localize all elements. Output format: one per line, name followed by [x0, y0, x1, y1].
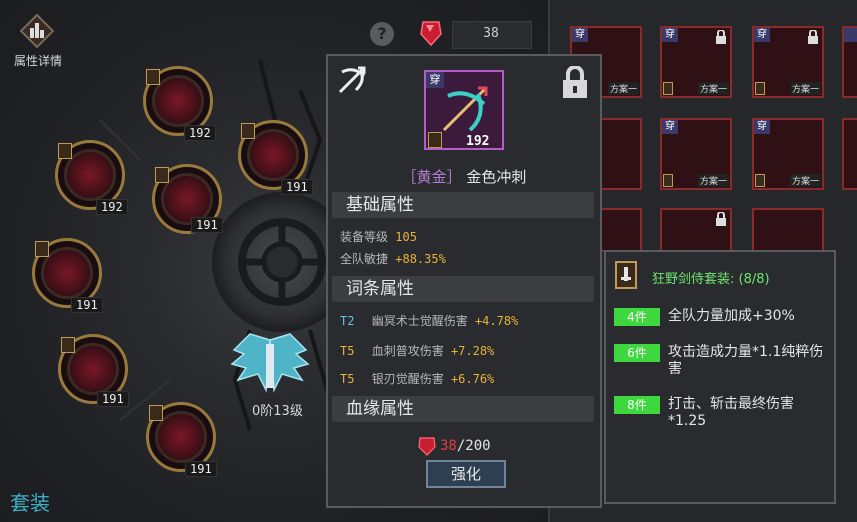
slot-level: 192	[96, 199, 128, 215]
inventory-cell[interactable]	[660, 208, 732, 252]
item-name: 金色冲刺	[466, 168, 527, 186]
rank-badge	[663, 174, 673, 187]
lock-icon	[716, 30, 726, 44]
lock-icon	[808, 30, 818, 44]
help-icon[interactable]: ?	[370, 22, 394, 46]
bonus-text: 打击、斩击最终伤害*1.25	[668, 396, 794, 429]
item-grade: ［黄金］	[401, 168, 462, 186]
inventory-cell[interactable]: 穿 方案一	[752, 26, 824, 98]
plan-label: 方案一	[697, 174, 729, 187]
equipped-tag: 穿	[754, 120, 770, 134]
equipped-tag: 穿	[662, 120, 678, 134]
bonus-text: 攻击造成力量*1.1纯粹伤害	[668, 344, 824, 377]
bow-category-icon	[338, 66, 366, 94]
inventory-cell[interactable]: 穿 方案一	[660, 118, 732, 190]
equipped-tag: 穿	[572, 28, 588, 42]
bonus-count-badge: 6件	[614, 344, 660, 362]
slot-level: 191	[71, 297, 103, 313]
equipped-tag: 穿	[754, 28, 770, 42]
affix-row: T2 幽冥术士觉醒伤害 +4.78%	[340, 314, 519, 328]
plan-label: 方案一	[789, 174, 821, 187]
plan-label: 方案一	[697, 82, 729, 95]
set-bonus-panel: 狂野剑侍套装: (8/8) 4件 全队力量加成+30% 6件 攻击造成力量*1.…	[604, 250, 836, 504]
rank-badge	[755, 82, 765, 95]
slot-level: 192	[184, 125, 216, 141]
bonus-count-badge: 4件	[614, 308, 660, 326]
inventory-cell[interactable]: 穿 方案一	[660, 26, 732, 98]
wings-level-label: 0阶13级	[252, 404, 303, 419]
red-gem-icon	[420, 21, 442, 46]
enhance-button[interactable]: 强化	[426, 460, 506, 488]
enhance-cost: 38/200	[440, 438, 491, 454]
equip-slot-necklace[interactable]: 191	[146, 402, 217, 477]
inventory-cell[interactable]: 穿 方案一	[752, 118, 824, 190]
lock-icon[interactable]	[560, 66, 590, 100]
plan-label: 方案一	[789, 82, 821, 95]
basic-attr-header: 基础属性	[332, 192, 594, 218]
item-name-row: ［黄金］ 金色冲刺	[328, 166, 600, 187]
equipped-tag: 穿	[662, 28, 678, 42]
wings-icon[interactable]	[230, 330, 310, 402]
rank-badge	[755, 174, 765, 187]
plan-label: 方案一	[607, 82, 639, 95]
bonus-count-badge: 8件	[614, 396, 660, 414]
affix-row: T5 银刃觉醒伤害 +6.76%	[340, 372, 495, 386]
bow-item-icon	[442, 86, 488, 132]
inventory-cell[interactable]	[842, 118, 857, 190]
attribute-detail-button[interactable]: 属性详情	[6, 14, 68, 72]
rank-badge	[428, 132, 442, 148]
inventory-cell[interactable]	[752, 208, 824, 252]
item-frame: 穿 192	[424, 70, 504, 150]
stat-row: 装备等级 105	[340, 230, 417, 244]
slot-level: 191	[191, 217, 223, 233]
set-tab-label[interactable]: 套装	[10, 487, 50, 516]
lineage-attr-header: 血缘属性	[332, 396, 594, 422]
game-screen: 属性详情 ? 38 192 191 192 191 191 191 191 0阶…	[0, 0, 857, 522]
equip-slot-weapon[interactable]: 192	[55, 140, 128, 215]
item-level: 192	[466, 134, 490, 149]
set-rank-icon	[615, 261, 637, 289]
equip-slot-armor[interactable]: 191	[32, 238, 103, 313]
slot-level: 191	[281, 179, 313, 195]
gem-count: 38	[483, 26, 499, 41]
affix-attr-header: 词条属性	[332, 276, 594, 302]
equip-slot-glove[interactable]: 191	[152, 164, 223, 234]
equip-slot-bow[interactable]: 192	[143, 66, 216, 141]
attribute-detail-label: 属性详情	[13, 54, 62, 68]
lock-icon	[716, 212, 726, 226]
stat-row: 全队敏捷 +88.35%	[340, 252, 446, 266]
slot-level: 191	[185, 461, 217, 477]
rank-badge	[663, 82, 673, 95]
bar-chart-icon	[20, 14, 54, 48]
equip-slot-helmet[interactable]: 191	[238, 120, 313, 195]
red-gem-icon	[418, 437, 436, 456]
equipped-tag	[844, 28, 857, 42]
bonus-text: 全队力量加成+30%	[668, 308, 795, 324]
affix-row: T5 血刺普攻伤害 +7.28%	[340, 344, 495, 358]
slot-level: 191	[97, 391, 129, 407]
cost-required: /200	[456, 438, 491, 454]
inventory-cell[interactable]	[842, 26, 857, 98]
equip-slot-cape[interactable]: 191	[58, 334, 129, 407]
set-name: 狂野剑侍套装: (8/8)	[652, 272, 770, 287]
item-tooltip: 穿 192 ［黄金］ 金色冲刺 基础属性 装备等级 105 全队敏捷 +88.3…	[326, 54, 602, 508]
cost-current: 38	[440, 438, 457, 454]
